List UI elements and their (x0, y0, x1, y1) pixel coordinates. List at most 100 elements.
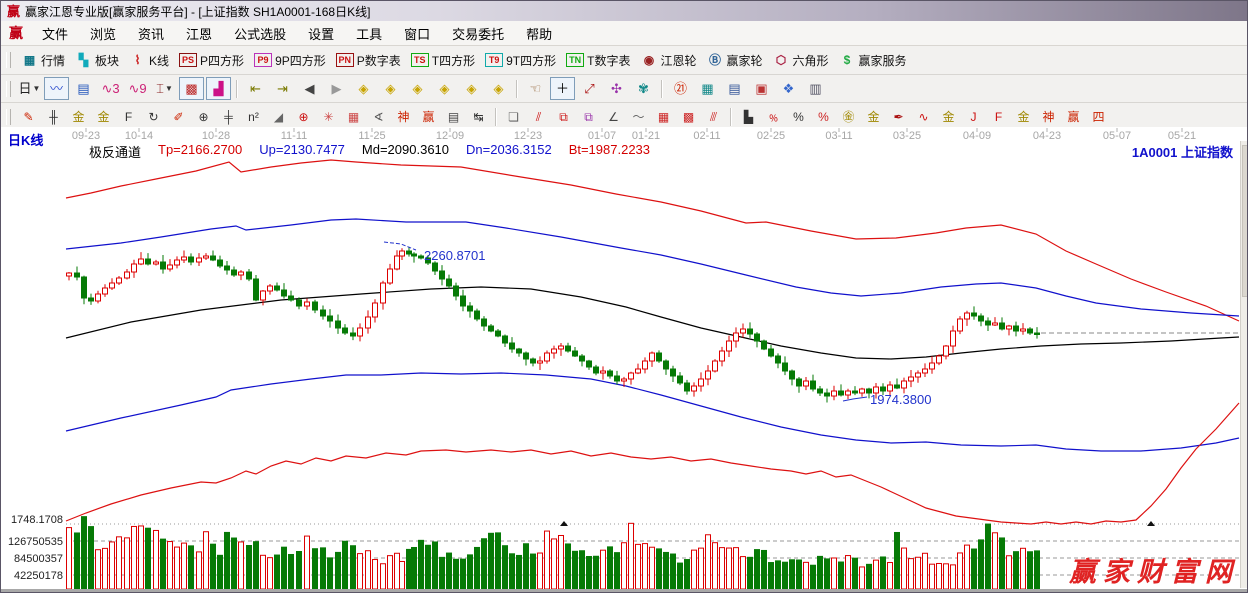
zoom-in-x-button[interactable]: ◈ (378, 77, 403, 100)
price-grid-dense-tool[interactable]: ▩ (677, 105, 700, 128)
pen-tool[interactable]: ✎ (17, 105, 40, 128)
shen-angle-tool[interactable]: 神 (1037, 105, 1060, 128)
span-arrow-tool[interactable]: ↹ (467, 105, 490, 128)
ying-grid-tool[interactable]: 赢 (417, 105, 440, 128)
pattern-overlay-button[interactable]: ▩ (179, 77, 204, 100)
protractor-tool[interactable]: ◢ (267, 105, 290, 128)
kline-button[interactable]: ⌇ K线 (124, 50, 174, 71)
tick-ruler-tool[interactable]: ╪ (217, 105, 240, 128)
gann-wheel-button[interactable]: ◉ 江恩轮 (635, 50, 701, 71)
pen-measure-tool[interactable]: ✐ (167, 105, 190, 128)
p-number-button[interactable]: PN P数字表 (331, 50, 406, 71)
period-selector[interactable]: 日 ▼ (17, 77, 42, 100)
nav-next-button[interactable]: ▶ (324, 77, 349, 100)
9p-square-button[interactable]: P9 9P四方形 (249, 50, 331, 71)
quotes-button[interactable]: ▦ 行情 (16, 50, 70, 71)
measure-tool-button[interactable]: ⤢ (577, 77, 602, 100)
trend-angle-tool[interactable]: ∠ (602, 105, 625, 128)
calendar-button[interactable]: ㉑ (668, 77, 693, 100)
matrix-grid-tool[interactable]: ▦ (342, 105, 365, 128)
price-grid-tool[interactable]: ▦ (652, 105, 675, 128)
gold-angle-tool[interactable]: 金 (1012, 105, 1035, 128)
calculator-button[interactable]: ▦ (695, 77, 720, 100)
t-square-button[interactable]: TS T四方形 (406, 50, 480, 71)
p-square-button[interactable]: PS P四方形 (174, 50, 249, 71)
hexagon-button[interactable]: ⬡ 六角形 (768, 50, 834, 71)
j-angle-tool[interactable]: J (962, 105, 985, 128)
fractal-tool-button[interactable]: ✾ (631, 77, 656, 100)
wave-band-tool[interactable]: ∿ (912, 105, 935, 128)
spiral-tool[interactable]: ↻ (142, 105, 165, 128)
percent-tool[interactable]: % (787, 105, 810, 128)
notes-button[interactable]: ▤ (722, 77, 747, 100)
menu-trade-entrust[interactable]: 交易委托 (441, 25, 515, 44)
ying-angle-tool[interactable]: 赢 (1062, 105, 1085, 128)
scale-ruler-tool[interactable]: ▤ (442, 105, 465, 128)
web-sync-button[interactable]: ❖ (776, 77, 801, 100)
parallel-line-tool[interactable]: ⫻ (702, 105, 725, 128)
gold-grid-tool-2[interactable]: 金 (92, 105, 115, 128)
shen-grid-tool[interactable]: 神 (392, 105, 415, 128)
gold-band-tool[interactable]: 金 (937, 105, 960, 128)
scrollbar-thumb[interactable] (1242, 145, 1247, 297)
menu-file[interactable]: 文件 (31, 25, 79, 44)
si-angle-tool[interactable]: 四 (1087, 105, 1110, 128)
expand-view-button[interactable]: ◈ (486, 77, 511, 100)
menu-gann[interactable]: 江恩 (175, 25, 223, 44)
t-number-button[interactable]: TN T数字表 (561, 50, 635, 71)
crosshair-tool-button[interactable]: ＋ (550, 77, 575, 100)
chart-area[interactable]: 09-23 10-14 10-28 11-11 11-25 12-09 12-23 01-07… (1, 127, 1248, 593)
grid-ticks-tool[interactable]: ╫ (42, 105, 65, 128)
star-grid-tool[interactable]: ✳ (317, 105, 340, 128)
menu-browse[interactable]: 浏览 (79, 25, 127, 44)
hand-tool-button[interactable]: ☜ (523, 77, 548, 100)
target-tool[interactable]: ⊕ (292, 105, 315, 128)
stats-bar-tool[interactable]: ▙ (737, 105, 760, 128)
box-select-tool[interactable]: ❏ (502, 105, 525, 128)
vertical-scrollbar[interactable] (1240, 141, 1247, 588)
menu-news[interactable]: 资讯 (127, 25, 175, 44)
sectors-button[interactable]: ▚ 板块 (70, 50, 124, 71)
wave-3-button[interactable]: ∿3 (98, 77, 123, 100)
f-angle-tool[interactable]: F (987, 105, 1010, 128)
percent-wave-tool[interactable]: ﹪ (762, 105, 785, 128)
zoom-out-x-button[interactable]: ◈ (351, 77, 376, 100)
chart-view-toggle[interactable]: 〰 (44, 77, 69, 100)
menu-formula-stock-pick[interactable]: 公式选股 (223, 25, 297, 44)
gold-circle-tool[interactable]: ㊎ (837, 105, 860, 128)
n-square-tool[interactable]: n² (242, 105, 265, 128)
zigzag-tool[interactable]: 〜 (627, 105, 650, 128)
remote-pc-button[interactable]: ▥ (803, 77, 828, 100)
kline-chart-svg[interactable]: 09-23 10-14 10-28 11-11 11-25 12-09 12-23 01-07… (1, 127, 1248, 593)
volume-panel-button[interactable]: ▟ (206, 77, 231, 100)
save-button[interactable]: ▣ (749, 77, 774, 100)
info-panel-button[interactable]: ▤ (71, 77, 96, 100)
percent-line-tool[interactable]: % (812, 105, 835, 128)
angle-ruler-tool[interactable]: ∢ (367, 105, 390, 128)
menu-tools[interactable]: 工具 (345, 25, 393, 44)
compress-view-button[interactable]: ◈ (459, 77, 484, 100)
nav-first-button[interactable]: ⇤ (243, 77, 268, 100)
gann-fan-tool[interactable]: ⫽ (527, 105, 550, 128)
nav-prev-button[interactable]: ◀ (297, 77, 322, 100)
pen-flag-tool[interactable]: ✒ (887, 105, 910, 128)
gold-line-tool[interactable]: 金 (862, 105, 885, 128)
winner-wheel-button[interactable]: Ⓑ 赢家轮 (701, 50, 767, 71)
9t-square-button[interactable]: T9 9T四方形 (480, 50, 561, 71)
zoom-in-y-button[interactable]: ◈ (432, 77, 457, 100)
menu-settings[interactable]: 设置 (297, 25, 345, 44)
winner-service-button[interactable]: $ 赢家服务 (834, 50, 912, 71)
cycle-circle-tool[interactable]: ⊕ (192, 105, 215, 128)
wave-9-button[interactable]: ∿9 (125, 77, 150, 100)
gold-grid-tool-1[interactable]: 金 (67, 105, 90, 128)
title-bar[interactable]: 赢 赢家江恩专业版[赢家服务平台] - [上证指数 SH1A0001-168日K… (1, 1, 1247, 21)
fan-box-tool[interactable]: ⧉ (552, 105, 575, 128)
nav-last-button[interactable]: ⇥ (270, 77, 295, 100)
zoom-out-y-button[interactable]: ◈ (405, 77, 430, 100)
gann-shape-button[interactable]: ✣ (604, 77, 629, 100)
fan-box-purple-tool[interactable]: ⧉ (577, 105, 600, 128)
menu-help[interactable]: 帮助 (515, 25, 563, 44)
candle-style-selector[interactable]: ⌶ ▼ (152, 77, 177, 100)
fib-grid-tool[interactable]: F (117, 105, 140, 128)
menu-window[interactable]: 窗口 (393, 25, 441, 44)
